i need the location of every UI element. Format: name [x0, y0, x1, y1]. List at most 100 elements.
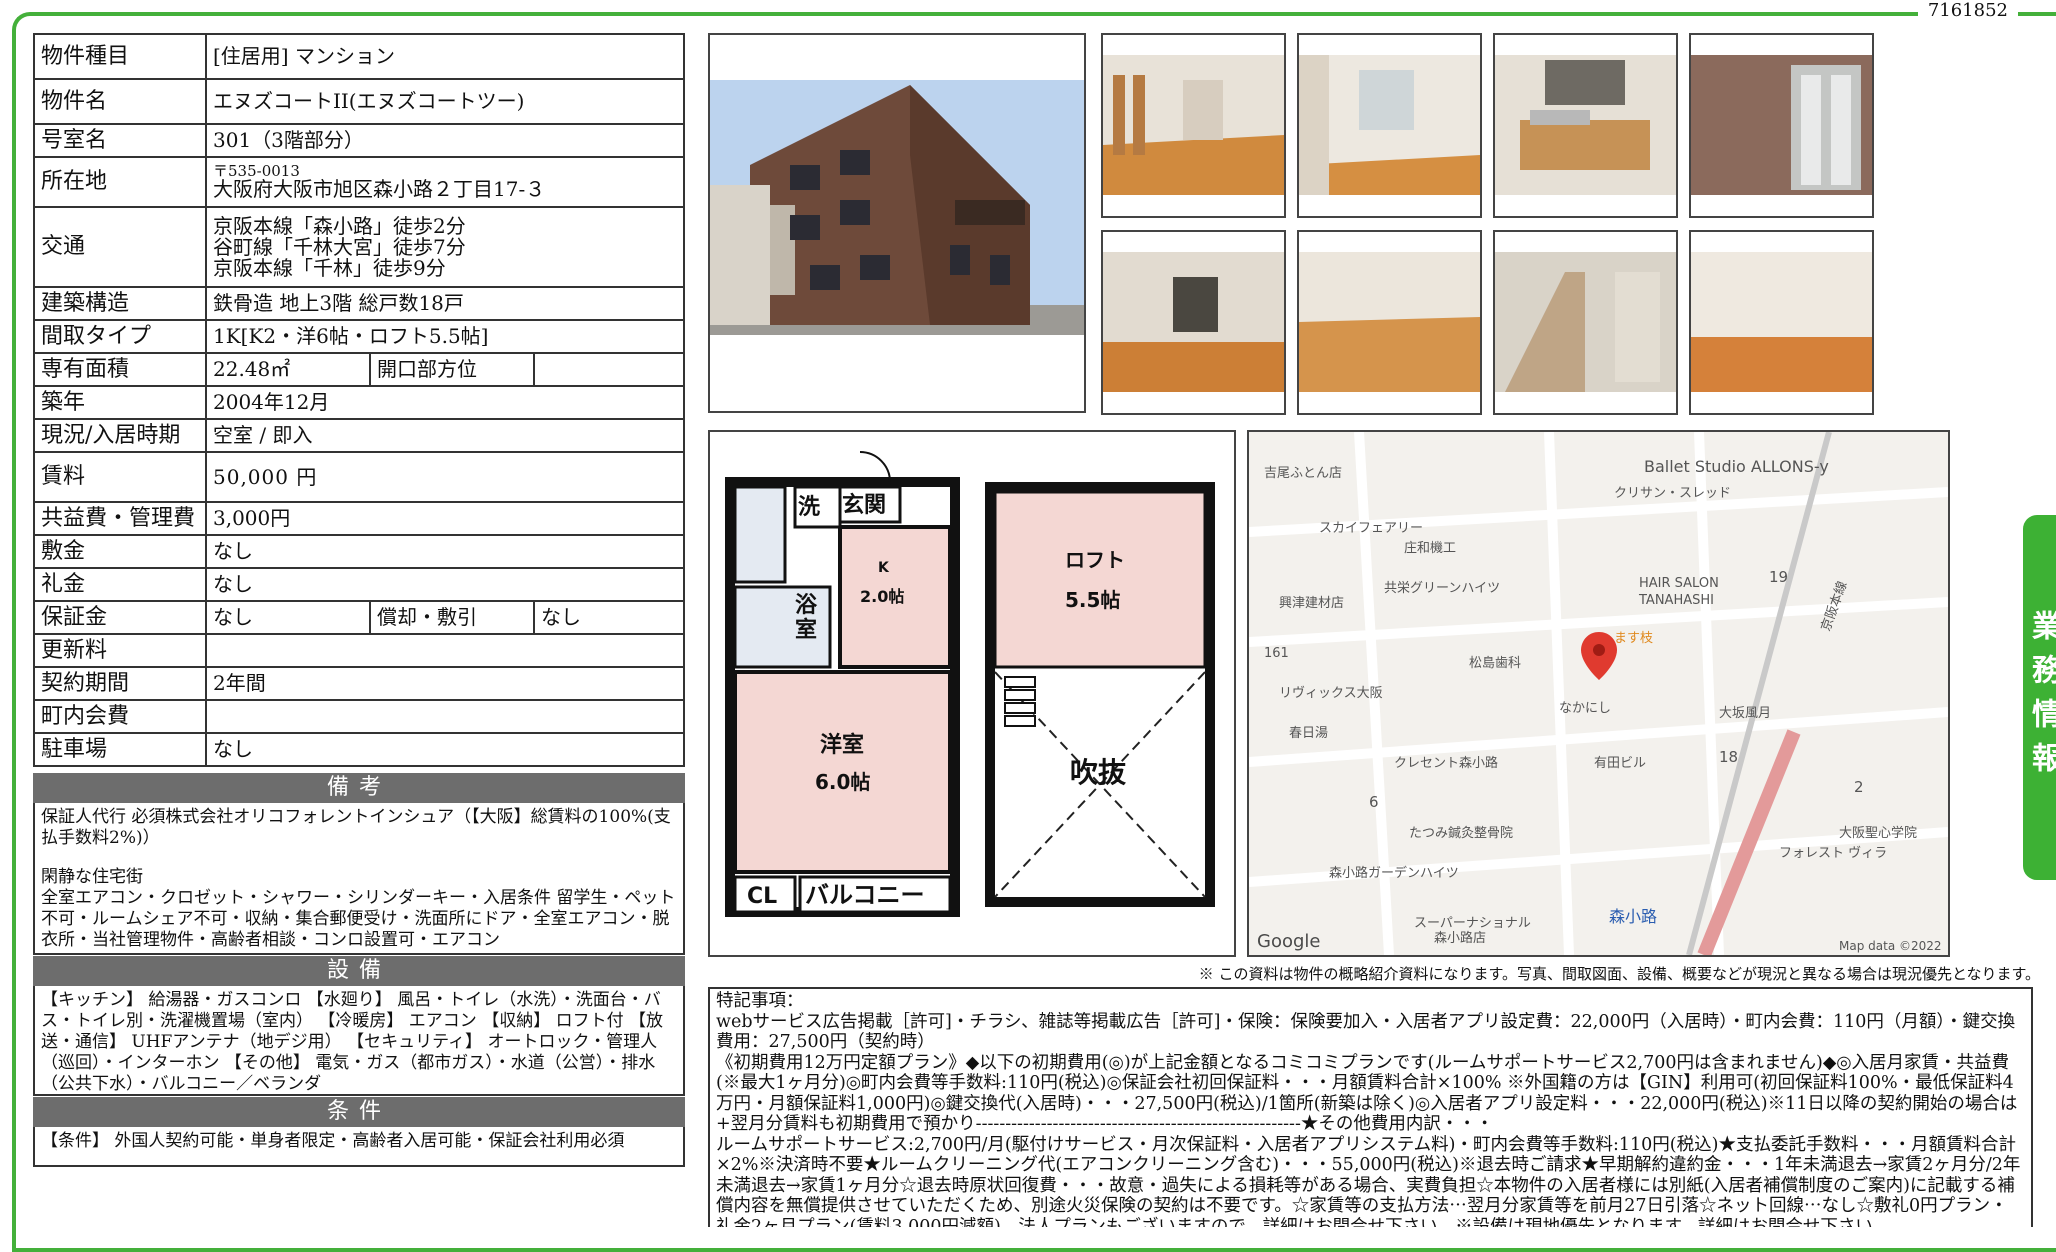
map-label: 161 [1264, 646, 1289, 661]
disclaimer-text: ※ この資料は物件の概略紹介資料になります。写真、間取図面、設備、概要などが現況… [1198, 965, 2040, 983]
renewal-value [205, 633, 685, 668]
conditions-body: 【条件】 外国人契約可能・単身者限定・高齢者入居可能・保証会社利用必須 [33, 1127, 685, 1167]
equipment-body: 【キッチン】 給湯器・ガスコンロ 【水廻り】 風呂・トイレ（水洗）・洗面台・バス… [33, 986, 685, 1096]
map-label: 春日湯 [1289, 726, 1328, 741]
deposit-label: 敷金 [33, 534, 207, 569]
label-bath-1: 浴 [795, 593, 818, 618]
guarantee-label: 保証金 [33, 600, 207, 635]
property-details-table: 物件種目 [住居用] マンション 物件名 エヌズコートII(エヌズコートツー) 号室… [33, 33, 685, 767]
amort-label: 償却・敷引 [369, 600, 535, 635]
building-exterior-photo[interactable] [708, 33, 1086, 413]
structure-label: 建築構造 [33, 286, 207, 321]
map-label: 森小路 [1609, 907, 1657, 926]
map-label: 吉尾ふとん店 [1264, 466, 1342, 481]
map-label: 共栄グリーンハイツ [1384, 581, 1500, 596]
address-value: 大阪府大阪市旭区森小路２丁目17-３ [213, 177, 546, 202]
map-label: 大坂風月 [1719, 706, 1771, 721]
thumbnail-photo[interactable] [1493, 33, 1678, 218]
map-label: 松島歯科 [1469, 656, 1521, 671]
town-label: 町内会費 [33, 699, 207, 734]
thumbnail-photo[interactable] [1689, 33, 1874, 218]
map-label: HAIR SALON [1639, 576, 1719, 591]
notes-line: ルームサポートサービス:2,700円/月(駆付けサービス・月次保証料・入居者アプ… [716, 1134, 2021, 1228]
thumbnail-photo[interactable] [1689, 230, 1874, 415]
map-label: リヴィックス大阪 [1279, 685, 1383, 701]
status-label: 現況/入居時期 [33, 418, 207, 453]
keymoney-label: 礼金 [33, 567, 207, 602]
map-label: 庄和機工 [1404, 540, 1456, 556]
contract-value: 2年間 [205, 666, 685, 701]
amort-value: なし [533, 600, 685, 635]
map-label: ます枝 [1614, 631, 1653, 646]
deposit-value: なし [205, 534, 685, 569]
label-kitchen: K [878, 560, 890, 576]
remarks-line: 閑静な住宅街 [41, 867, 143, 887]
floor-plan[interactable]: 洗 玄関 K 2.0帖 浴 室 洋室 6.0帖 CL バルコニー ロフト 5.5… [708, 430, 1236, 957]
thumbnail-photo[interactable] [1297, 33, 1482, 218]
renewal-label: 更新料 [33, 633, 207, 668]
map-label: 19 [1769, 568, 1788, 586]
transport-line: 谷町線「千林大宮」徒歩7分 [213, 234, 466, 259]
parking-label: 駐車場 [33, 732, 207, 767]
label-genkan: 玄関 [842, 492, 886, 518]
label-wash: 洗 [798, 495, 820, 520]
opening-value [533, 352, 685, 387]
parking-value: なし [205, 732, 685, 767]
area-value: 22.48㎡ [205, 352, 371, 387]
label-balcony: バルコニー [805, 881, 925, 909]
conditions-header: 条件 [33, 1097, 685, 1127]
map-label: 森小路ガーデンハイツ [1329, 865, 1459, 881]
rent-value: 50,000 円 [205, 451, 685, 503]
remarks-line: 保証人代行 必須株式会社オリコフォレントインシュア（【大阪】総賃料の100%(支… [41, 807, 671, 848]
map-label: フォレスト ヴィラ [1779, 845, 1887, 861]
opening-label: 開口部方位 [369, 352, 535, 387]
transport-line: 京阪本線「森小路」徒歩2分 [213, 213, 466, 238]
fee-value: 3,000円 [205, 501, 685, 536]
area-label: 専有面積 [33, 352, 207, 387]
map-label: Ballet Studio ALLONS-y [1644, 457, 1829, 476]
map-attribution: Map data ©2022 [1839, 939, 1942, 953]
notes-title: 特記事項： [716, 991, 804, 1011]
label-kitchen-size: 2.0帖 [860, 587, 904, 606]
fee-label: 共益費・管理費 [33, 501, 207, 536]
rent-label: 賃料 [33, 451, 207, 503]
label-cl: CL [747, 884, 777, 909]
thumbnail-photo[interactable] [1101, 33, 1286, 218]
thumbnail-photo[interactable] [1297, 230, 1482, 415]
map-label: 2 [1854, 778, 1864, 796]
map-label: 有田ビル [1594, 756, 1646, 771]
map-label: たつみ鍼灸整骨院 [1409, 825, 1513, 841]
built-label: 築年 [33, 385, 207, 420]
reference-number: 7161852 [1917, 0, 2018, 21]
thumbnail-photo[interactable] [1101, 230, 1286, 415]
structure-value: 鉄骨造 地上3階 総戸数18戸 [205, 286, 685, 321]
remarks-body: 保証人代行 必須株式会社オリコフォレントインシュア（【大阪】総賃料の100%(支… [33, 803, 685, 955]
built-value: 2004年12月 [205, 385, 685, 420]
transport-label: 交通 [33, 206, 207, 288]
town-value [205, 699, 685, 734]
address-label: 所在地 [33, 156, 207, 208]
map-label: スーパーナショナル [1414, 916, 1531, 931]
map-label: 森小路店 [1434, 930, 1486, 946]
map-label: 18 [1719, 748, 1738, 766]
remarks-header: 備考 [33, 773, 685, 803]
location-map[interactable]: 吉尾ふとん店 Ballet Studio ALLONS-y クリサン・スレッド … [1247, 430, 1950, 957]
map-label: クリサン・スレッド [1614, 486, 1731, 501]
equipment-header: 設備 [33, 956, 685, 986]
label-loft: ロフト [1065, 548, 1125, 572]
map-label: 6 [1369, 793, 1379, 811]
layout-value: 1K[K2・洋6帖・ロフト5.5帖] [205, 319, 685, 354]
transport-line: 京阪本線「千林」徒歩9分 [213, 255, 446, 280]
map-label: 大阪聖心学院 [1839, 825, 1917, 841]
label-fukinuke: 吹抜 [1070, 756, 1127, 789]
guarantee-value: なし [205, 600, 371, 635]
label-loft-size: 5.5帖 [1065, 588, 1120, 612]
thumbnail-photo[interactable] [1493, 230, 1678, 415]
map-google-logo: Google [1257, 931, 1320, 952]
notes-line: 《初期費用12万円定額プラン》◆以下の初期費用(◎)が上記金額となるコミコミプラ… [716, 1052, 2018, 1135]
map-label: TANAHASHI [1638, 593, 1714, 608]
label-youshitsu: 洋室 [820, 732, 864, 758]
side-tab-business-info[interactable]: 業務情報 [2023, 515, 2056, 880]
notes-line: webサービス広告掲載［許可]・チラシ、雑誌等掲載広告［許可]・保険：保険要加入… [716, 1011, 2016, 1053]
status-value: 空室 / 即入 [205, 418, 685, 453]
